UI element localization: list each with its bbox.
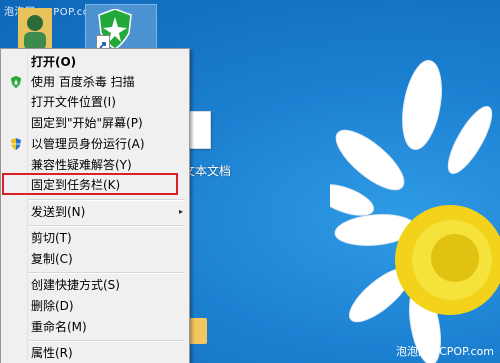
menu-item-open[interactable]: 打开(O) (1, 51, 189, 73)
daisy-wallpaper (330, 60, 500, 363)
menu-item-delete[interactable]: 删除(D) (1, 295, 189, 317)
highlight-box (2, 173, 178, 195)
menu-item-copy[interactable]: 复制(C) (1, 248, 189, 270)
menu-item-run-as-admin[interactable]: 以管理员身份运行(A) (1, 133, 189, 155)
context-menu: 打开(O) 使用 百度杀毒 扫描 打开文件位置(I) 固定到"开始"屏幕(P) … (0, 48, 190, 363)
baidu-antivirus-shortcut[interactable] (85, 4, 157, 50)
menu-item-properties[interactable]: 属性(R) (1, 342, 189, 363)
desktop: 泡泡网 PCPOP.com 文本文档 打开(O) 使用 百度杀毒 扫描 (0, 0, 500, 363)
menu-item-send-to[interactable]: 发送到(N) ▸ (1, 201, 189, 223)
user-folder-icon (18, 8, 52, 50)
baidu-antivirus-icon (11, 76, 21, 88)
submenu-arrow-icon: ▸ (178, 207, 183, 216)
menu-item-open-location[interactable]: 打开文件位置(I) (1, 91, 189, 113)
menu-item-baidu-scan[interactable]: 使用 百度杀毒 扫描 (1, 71, 189, 93)
watermark-bottom: 泡泡网 PCPOP.com (395, 345, 494, 358)
shortcut-arrow-icon (96, 35, 110, 49)
menu-item-pin-start[interactable]: 固定到"开始"屏幕(P) (1, 112, 189, 134)
file-label[interactable]: 文本文档 (183, 162, 231, 179)
menu-item-rename[interactable]: 重命名(M) (1, 316, 189, 338)
uac-shield-icon (11, 138, 21, 150)
menu-item-create-shortcut[interactable]: 创建快捷方式(S) (1, 274, 189, 296)
menu-item-cut[interactable]: 剪切(T) (1, 227, 189, 249)
